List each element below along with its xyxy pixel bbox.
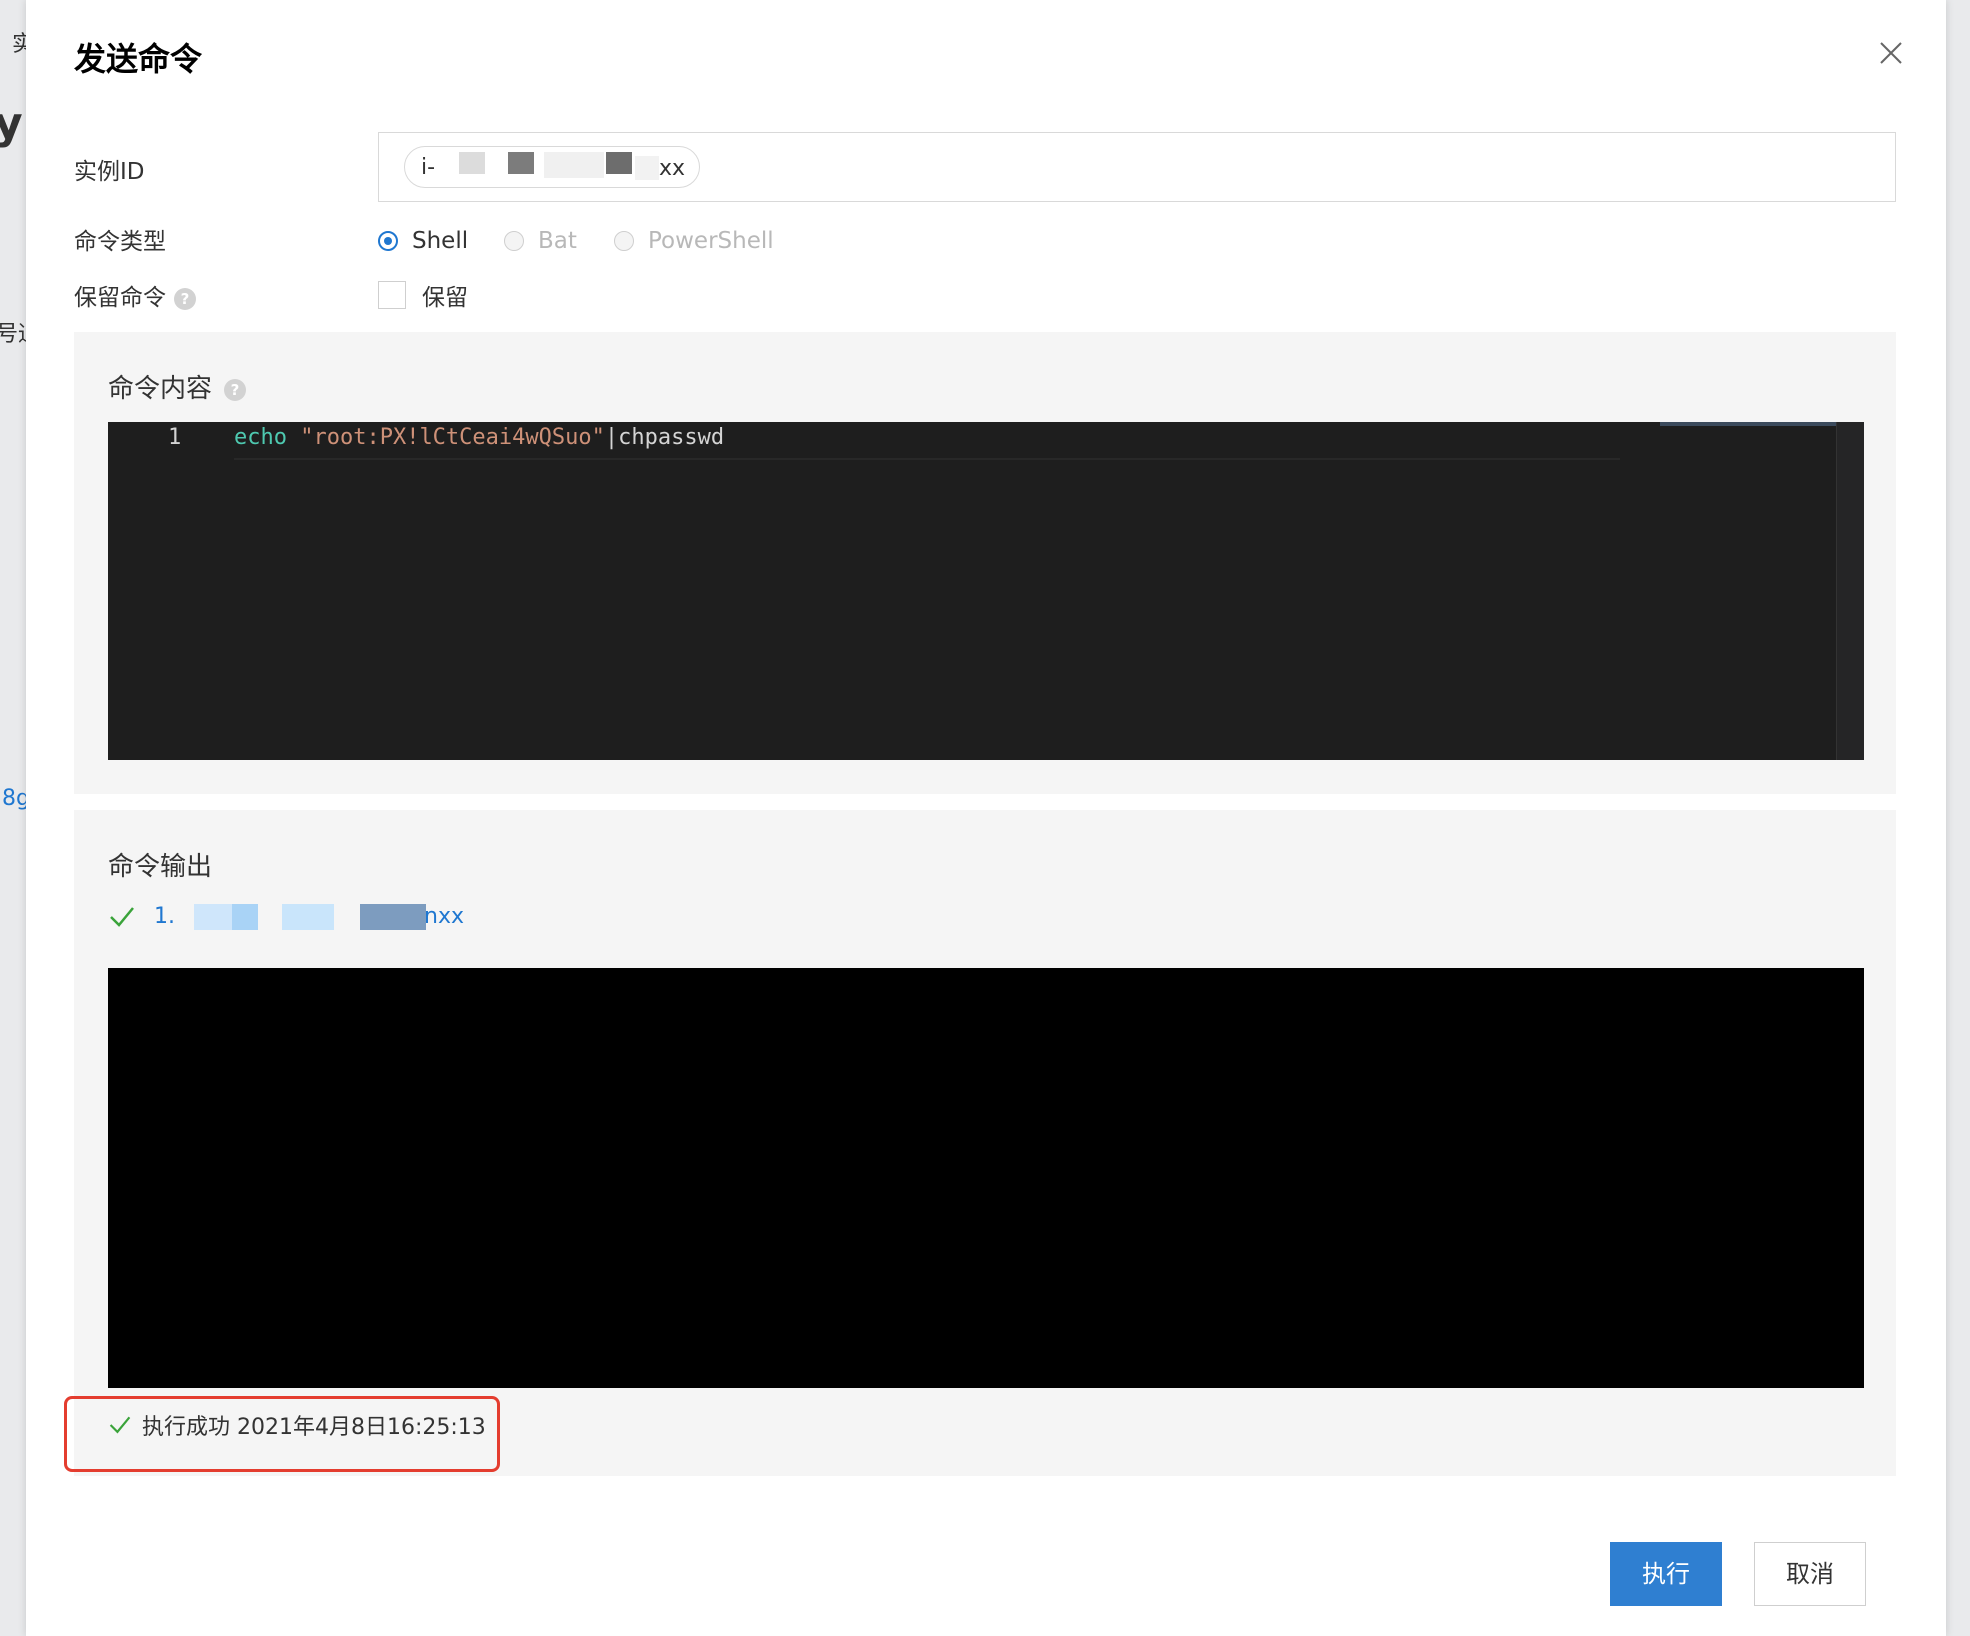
dialog-title: 发送命令: [74, 40, 203, 78]
radio-label: Bat: [538, 228, 577, 254]
line-number: 1: [168, 425, 182, 450]
cancel-button[interactable]: 取消: [1754, 1542, 1866, 1606]
keep-command-checkbox[interactable]: [378, 281, 406, 309]
redacted-mask: [544, 152, 604, 178]
code-string: "root:PX!lCtCeai4wQSuo": [300, 425, 605, 450]
keep-command-label: 保留命令?: [74, 278, 196, 312]
output-item-suffix: nxx: [424, 904, 464, 929]
radio-label: PowerShell: [648, 228, 774, 254]
command-content-title: 命令内容?: [108, 368, 247, 405]
command-editor[interactable]: 1 echo "root:PX!lCtCeai4wQSuo"|chpasswd: [108, 422, 1864, 760]
keep-command-label-text: 保留命令: [74, 285, 166, 311]
editor-scrollbar[interactable]: [1836, 422, 1864, 760]
code-rest: |chpasswd: [604, 425, 725, 450]
radio-shell[interactable]: Shell: [378, 224, 468, 258]
redacted-mask: [282, 904, 334, 930]
execute-button[interactable]: 执行: [1610, 1542, 1722, 1606]
redacted-mask: [232, 904, 258, 930]
keep-command-checkbox-row[interactable]: 保留: [378, 278, 468, 312]
close-icon[interactable]: [1876, 38, 1906, 68]
code-line[interactable]: echo "root:PX!lCtCeai4wQSuo"|chpasswd: [234, 425, 724, 455]
command-content-title-text: 命令内容: [108, 374, 213, 404]
help-icon[interactable]: ?: [224, 378, 247, 401]
output-instance-item[interactable]: 1. nxx: [108, 900, 472, 934]
output-item-index: 1.: [154, 904, 175, 929]
radio-unchecked-icon: [504, 231, 524, 251]
output-instance-link[interactable]: 1. nxx: [154, 902, 472, 932]
send-command-dialog: 发送命令 实例ID i- xx 命令类型 Shell Bat PowerShel…: [26, 0, 1946, 1636]
instance-tag-prefix: i-: [421, 155, 436, 180]
radio-label: Shell: [412, 228, 469, 254]
redacted-mask: [459, 152, 485, 174]
success-check-icon: [109, 1416, 131, 1434]
redacted-mask: [360, 904, 426, 930]
keep-checkbox-label: 保留: [422, 285, 468, 311]
instance-tag-suffix: xx: [658, 156, 685, 181]
redacted-mask: [508, 152, 534, 174]
redacted-mask: [635, 156, 659, 180]
code-keyword: echo: [234, 425, 287, 450]
instance-id-label: 实例ID: [74, 159, 145, 185]
editor-minimap: [1660, 422, 1836, 426]
radio-checked-icon: [378, 231, 398, 251]
command-output-title: 命令输出: [108, 852, 213, 882]
execution-status: 执行成功 2021年4月8日16:25:13: [108, 1408, 486, 1442]
help-icon[interactable]: ?: [174, 287, 196, 310]
redacted-mask: [606, 152, 632, 174]
execution-status-text: 执行成功 2021年4月8日16:25:13: [142, 1415, 486, 1440]
radio-powershell[interactable]: PowerShell: [614, 224, 774, 258]
output-terminal[interactable]: [108, 968, 1864, 1388]
instance-id-field[interactable]: i- xx: [378, 132, 1896, 202]
instance-tag[interactable]: i- xx: [404, 146, 700, 188]
success-check-icon: [110, 907, 134, 927]
radio-unchecked-icon: [614, 231, 634, 251]
command-type-label: 命令类型: [74, 229, 166, 255]
radio-bat[interactable]: Bat: [504, 224, 577, 258]
